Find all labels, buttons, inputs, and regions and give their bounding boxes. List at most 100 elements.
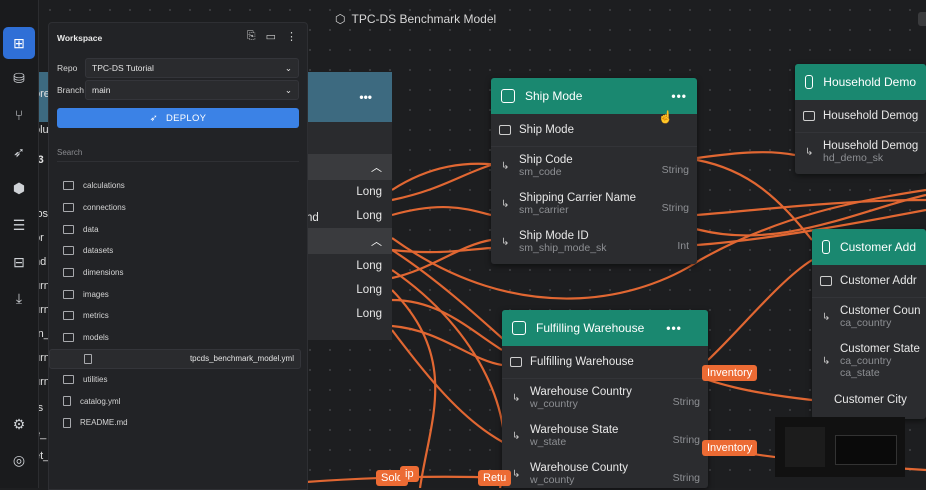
more-options-icon[interactable]: •••	[671, 89, 687, 103]
git-branch-icon[interactable]: ⑂	[7, 103, 31, 127]
field-name: Household Demog	[823, 140, 919, 152]
tree-folder[interactable]: models	[63, 327, 301, 349]
tree-folder[interactable]: data	[63, 218, 301, 240]
search-input[interactable]: Search	[57, 143, 299, 162]
file-tree: calculations connections data datasets dimen…	[49, 175, 301, 434]
field-type: Long	[356, 308, 382, 320]
tree-folder[interactable]: dimensions	[63, 262, 301, 284]
field-row[interactable]: ↳ Household Demog hd_demo_sk	[795, 133, 926, 171]
new-file-icon[interactable]: ⎘	[247, 30, 256, 43]
household-demo-card[interactable]: Household Demo Household Demog ↳ Househo…	[795, 64, 926, 174]
model-icon[interactable]: ⊞	[3, 27, 35, 59]
kebab-menu-icon[interactable]: ⋮	[286, 30, 297, 43]
download-icon[interactable]: ⤓	[7, 286, 31, 310]
dataset-card-header[interactable]: •••	[306, 72, 392, 122]
key-field[interactable]: Fulfilling Warehouse	[502, 346, 708, 379]
database-icon[interactable]: ⛁	[7, 66, 31, 90]
tree-item-label: tpcds_benchmark_model.yml	[189, 354, 294, 363]
more-options-icon[interactable]: •••	[666, 321, 682, 335]
more-icon[interactable]: •••	[359, 90, 372, 104]
tree-icon[interactable]: ⊟	[7, 250, 31, 274]
deploy-button[interactable]: ➶ DEPLOY	[57, 108, 299, 128]
arrow-return-icon: ↳	[805, 147, 814, 158]
join-label[interactable]: Retu	[478, 470, 512, 486]
chat-icon[interactable]: ☰	[7, 213, 31, 237]
arrow-return-icon: ↳	[501, 237, 510, 248]
field-row[interactable]: ↳ Warehouse Country w_country String	[502, 379, 708, 417]
collapse-section[interactable]: ︿	[306, 228, 392, 254]
key-field[interactable]: Customer Addr	[812, 265, 926, 298]
tree-folder[interactable]: datasets	[63, 240, 301, 262]
field-column: hd_demo_sk	[823, 152, 884, 164]
tree-item-label: README.md	[80, 418, 128, 428]
join-label[interactable]: ip	[400, 466, 419, 482]
field-name: Customer City	[834, 394, 907, 406]
repo-select[interactable]: TPC-DS Tutorial ⌄	[85, 58, 299, 78]
field-type: Long	[356, 186, 382, 198]
card-header[interactable]: Customer Add	[812, 229, 926, 265]
folder-icon	[63, 333, 74, 343]
tree-item-label: datasets	[83, 246, 114, 256]
card-title: Customer Add	[839, 240, 916, 254]
customer-address-card[interactable]: Customer Add Customer Addr ↳ Customer Co…	[812, 229, 926, 419]
new-folder-icon[interactable]: ▭	[266, 30, 276, 43]
tree-file[interactable]: tpcds_benchmark_model.yml	[49, 348, 301, 369]
tree-folder[interactable]: metrics	[63, 305, 301, 327]
arrow-return-icon: ↳	[501, 199, 510, 210]
left-rail: ⊞ ⛁ ⑂ ➶ ⬢ ☰ ⊟ ⤓ ⚙ ◎	[0, 0, 39, 488]
fulfilling-warehouse-card[interactable]: Fulfilling Warehouse ••• Fulfilling Ware…	[502, 310, 708, 488]
tree-file[interactable]: README.md	[63, 412, 301, 434]
join-label[interactable]: Inventory	[702, 440, 758, 456]
field-row[interactable]: ↳ Warehouse County w_county String	[502, 455, 708, 488]
field-row[interactable]: ↳ Ship Code sm_code String	[491, 147, 697, 185]
rocket-icon[interactable]: ➶	[7, 140, 31, 164]
ship-mode-card[interactable]: Ship Mode ••• Ship Mode ↳ Ship Code sm_c…	[491, 78, 697, 264]
dataset-card-left[interactable]: ••• ︿ Long Long ︿ Long Long Long	[306, 72, 392, 340]
tree-file[interactable]: catalog.yml	[63, 390, 301, 412]
branch-value: main	[92, 85, 111, 95]
join-label[interactable]: Inventory	[702, 365, 758, 381]
key-field-label: Household Demog	[823, 110, 919, 122]
cube-icon[interactable]: ⬢	[7, 176, 31, 200]
card-header[interactable]: Fulfilling Warehouse •••	[502, 310, 708, 346]
tree-item-label: data	[83, 224, 99, 234]
arrow-return-icon: ↳	[501, 161, 510, 172]
field-column: ca_country	[840, 355, 892, 367]
chevron-up-icon[interactable]: ︿	[371, 233, 382, 249]
chevron-up-icon[interactable]: ︿	[371, 159, 382, 175]
field-type: Long	[356, 210, 382, 222]
field-row[interactable]: Customer City	[812, 386, 926, 414]
key-field[interactable]: Household Demog	[795, 100, 926, 133]
tree-folder[interactable]: connections	[63, 197, 301, 219]
tree-folder[interactable]: images	[63, 283, 301, 305]
search-placeholder: Search	[57, 147, 83, 157]
deploy-label: DEPLOY	[165, 112, 207, 124]
field-row[interactable]: ↳ Ship Mode ID sm_ship_mode_sk Int	[491, 223, 697, 261]
tree-item-label: connections	[83, 203, 126, 213]
collapse-section[interactable]: ︿	[306, 154, 392, 180]
card-title: Household Demo	[823, 75, 916, 89]
tree-folder[interactable]: calculations	[63, 175, 301, 197]
key-field-label: Ship Mode	[519, 124, 574, 136]
folder-icon	[63, 246, 74, 256]
toolbar-icon[interactable]	[918, 12, 926, 26]
field-type: String	[661, 202, 689, 214]
card-header[interactable]: Ship Mode •••	[491, 78, 697, 114]
minimap[interactable]	[775, 417, 905, 477]
card-header[interactable]: Household Demo	[795, 64, 926, 100]
field-row[interactable]: ↳ Customer State ca_country ca_state	[812, 336, 926, 386]
field-row[interactable]: ↳ Customer Coun ca_country	[812, 298, 926, 336]
tree-folder[interactable]: utilities	[63, 369, 301, 391]
field-row[interactable]: ↳ Warehouse State w_state String	[502, 417, 708, 455]
arrow-return-icon: ↳	[512, 431, 521, 442]
file-icon	[63, 396, 71, 407]
settings-icon[interactable]: ⚙	[7, 412, 31, 436]
folder-icon	[63, 374, 74, 384]
help-icon[interactable]: ◎	[7, 448, 31, 472]
cursor-icon: ☝	[658, 110, 673, 124]
field-row[interactable]: ↳ Shipping Carrier Name sm_carrier Strin…	[491, 185, 697, 223]
branch-select[interactable]: main ⌄	[85, 80, 299, 100]
dimension-icon	[512, 321, 526, 335]
repo-row: Repo TPC-DS Tutorial ⌄	[57, 58, 299, 78]
rocket-icon: ➶	[149, 112, 158, 124]
